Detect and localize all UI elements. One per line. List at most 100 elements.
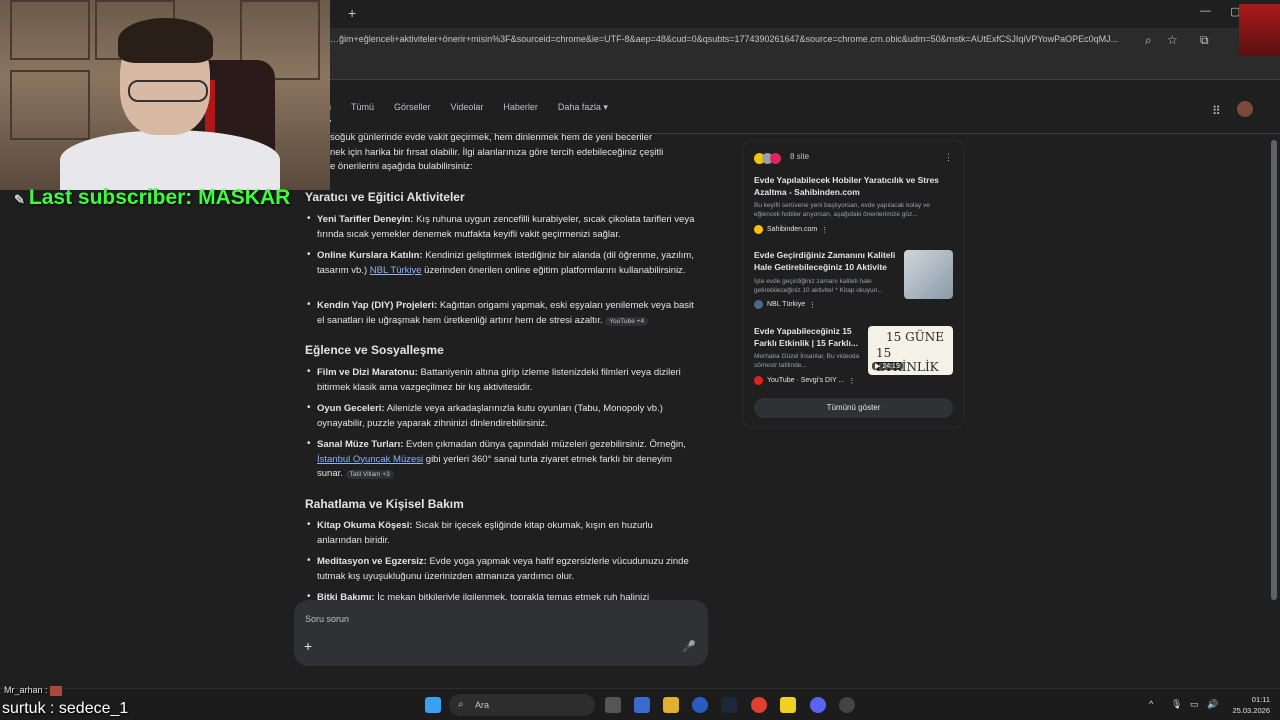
list-item: Meditasyon ve Egzersiz: Evde yoga yapmak… <box>317 556 689 582</box>
calculator-icon[interactable] <box>634 697 650 713</box>
bullet: • <box>307 519 311 530</box>
site-count[interactable]: 8 site <box>790 152 809 161</box>
apps-grid-icon[interactable]: ⠿ <box>1212 104 1221 118</box>
zoom-icon[interactable]: ⌕ <box>1145 33 1152 48</box>
list-item: Sanal Müze Turları: Evden çıkmadan dünya… <box>317 439 686 479</box>
more-icon[interactable]: ⋮ <box>848 377 855 385</box>
ask-placeholder: Soru sorun <box>305 614 350 624</box>
clock-time: 01:11 <box>1251 695 1270 704</box>
source-card-title[interactable]: Evde Geçirdiğiniz Zamanını Kaliteli Hale… <box>754 250 899 273</box>
video-duration: ▶ 24:19 <box>872 362 903 370</box>
account-avatar[interactable] <box>1237 101 1253 117</box>
file-explorer-icon[interactable] <box>663 697 679 713</box>
source-card-origin[interactable]: YouTube · Sevgi's DIY ... ⋮ <box>754 376 855 385</box>
emote <box>50 685 63 696</box>
streamer-shirt <box>60 130 280 190</box>
section-title: Eğlence ve Sosyalleşme <box>305 343 444 357</box>
tab-all[interactable]: Tümü <box>351 102 374 122</box>
source-card-desc: İşte evde geçirdiğiniz zamanı kaliteli h… <box>754 278 883 294</box>
streamer-hair <box>118 18 213 63</box>
mini-webcam-overlay <box>1239 4 1280 56</box>
toy-museum-link[interactable]: İstanbul Oyuncak Müzesi <box>317 454 423 465</box>
section-title: Rahatlama ve Kişisel Bakım <box>305 497 464 511</box>
subscriber-text: Last subscriber: MASKAR <box>28 186 291 209</box>
more-icon[interactable]: ⋮ <box>809 301 816 309</box>
source-name: Sahibinden.com <box>767 226 818 233</box>
chat-message: surtuk : sedece_1 <box>2 700 129 717</box>
windows-start-icon[interactable] <box>425 697 441 713</box>
answer-intro: soğuk günlerinde evde vakit geçirmek, he… <box>330 131 690 175</box>
cabinet <box>10 70 90 140</box>
discord-icon[interactable] <box>810 697 826 713</box>
clock-date: 25.03.2026 <box>1232 706 1270 715</box>
webcam-overlay <box>0 0 330 190</box>
source-chip[interactable]: Tatil Villam +3 <box>345 470 394 479</box>
source-card-title[interactable]: Evde Yapılabilecek Hobiler Yaratıcılık v… <box>754 175 954 198</box>
list-item: Online Kurslara Katılın: Kendinizi geliş… <box>317 250 694 276</box>
add-attachment-button[interactable]: + <box>304 638 312 654</box>
tab-images[interactable]: Görseller <box>394 102 431 122</box>
search-tabs: du Tümü Görseller Videolar Haberler Daha… <box>320 102 628 122</box>
volume-icon[interactable]: 🔊 <box>1207 699 1218 710</box>
edit-icon: ✎ <box>14 192 25 207</box>
list-item: Yeni Tarifler Deneyin: Kış ruhuna uygun … <box>317 214 695 240</box>
section-title: Yaratıcı ve Eğitici Aktiviteler <box>305 190 465 204</box>
list-item: Kitap Okuma Köşesi: Sıcak bir içecek eşl… <box>317 520 653 546</box>
extensions-icon[interactable]: ⧉ <box>1200 33 1209 48</box>
steam-icon[interactable] <box>721 697 737 713</box>
youtube-icon <box>754 376 763 385</box>
bullet: • <box>307 402 311 413</box>
list-item: Oyun Geceleri: Ailenizle veya arkadaşlar… <box>317 403 663 429</box>
chat-username: Mr_arhan : <box>4 685 48 695</box>
video-thumbnail[interactable]: 15 GÜNE 15 ETKİNLİK ▶ 24:19 <box>868 326 953 375</box>
bookmark-star-icon[interactable]: ☆ <box>1167 33 1178 47</box>
last-subscriber-overlay: ✎ Last subscriber: MASKAR <box>14 186 290 210</box>
list-item: Kendin Yap (DIY) Projeleri: Kağıttan ori… <box>317 300 694 326</box>
source-card-origin[interactable]: NBL Türkiye ⋮ <box>754 300 816 309</box>
network-icon[interactable]: ▭ <box>1190 699 1199 710</box>
source-name: YouTube · Sevgi's DIY ... <box>767 377 845 384</box>
nbl-link[interactable]: NBL Türkiye <box>370 265 422 276</box>
glasses <box>128 80 208 102</box>
ask-input-box[interactable]: Soru sorun + 🎤 <box>294 600 708 666</box>
task-view-icon[interactable] <box>605 697 621 713</box>
source-card-origin[interactable]: Sahibinden.com ⋮ <box>754 225 828 234</box>
search-icon: ⌕ <box>458 699 464 710</box>
search-label: Ara <box>475 700 490 710</box>
article-thumbnail[interactable] <box>904 250 953 299</box>
thumb-text: 15 GÜNE <box>886 330 945 344</box>
show-all-button[interactable]: Tümünü göster <box>754 398 953 418</box>
more-icon[interactable]: ⋮ <box>944 152 953 163</box>
taskbar-search[interactable]: ⌕ Ara <box>449 694 595 716</box>
bullet: • <box>307 366 311 377</box>
page-scrollbar[interactable] <box>1271 140 1277 600</box>
more-icon[interactable]: ⋮ <box>821 226 828 234</box>
source-card-title[interactable]: Evde Yapabileceğiniz 15 Farklı Etkinlik … <box>754 326 862 349</box>
obs-icon[interactable] <box>839 697 855 713</box>
bullet: • <box>307 249 311 260</box>
tab-news[interactable]: Haberler <box>503 102 538 122</box>
microphone-icon[interactable]: 🎤 <box>682 640 696 653</box>
new-tab-button[interactable]: + <box>348 5 356 21</box>
intro-line: soğuk günlerinde evde vakit geçirmek, he… <box>330 132 653 143</box>
sahibinden-icon <box>754 225 763 234</box>
tray-chevron-icon[interactable]: ^ <box>1149 699 1153 709</box>
chrome-icon[interactable] <box>751 697 767 713</box>
tab-more[interactable]: Daha fazla ▾ <box>558 102 608 122</box>
cabinet <box>10 0 90 60</box>
source-name: NBL Türkiye <box>767 301 806 308</box>
tab-videos[interactable]: Videolar <box>451 102 484 122</box>
sticky-notes-icon[interactable] <box>780 697 796 713</box>
windows-taskbar: ⌕ Ara ^ 🎙 ▭ 🔊 01:11 25.03.2026 <box>0 688 1280 720</box>
minimize-icon[interactable]: — <box>1200 5 1211 17</box>
source-chip[interactable]: YouTube +4 <box>605 316 649 326</box>
source-card-desc: Bu keyifli serüvene yeni başlıyorsan, ev… <box>754 202 930 218</box>
app-icon[interactable] <box>692 697 708 713</box>
mic-tray-icon[interactable]: 🎙 <box>1171 699 1182 710</box>
taskbar-clock[interactable]: 01:11 25.03.2026 <box>1226 694 1270 716</box>
bullet: • <box>307 299 311 310</box>
site-favicons <box>754 151 788 164</box>
intro-line: e önerilerini aşağıda bulabilirsiniz: <box>330 161 473 172</box>
bullet: • <box>307 213 311 224</box>
address-bar[interactable]: …ğim+eğlenceli+aktiviteler+önerir+misin%… <box>330 34 1140 44</box>
